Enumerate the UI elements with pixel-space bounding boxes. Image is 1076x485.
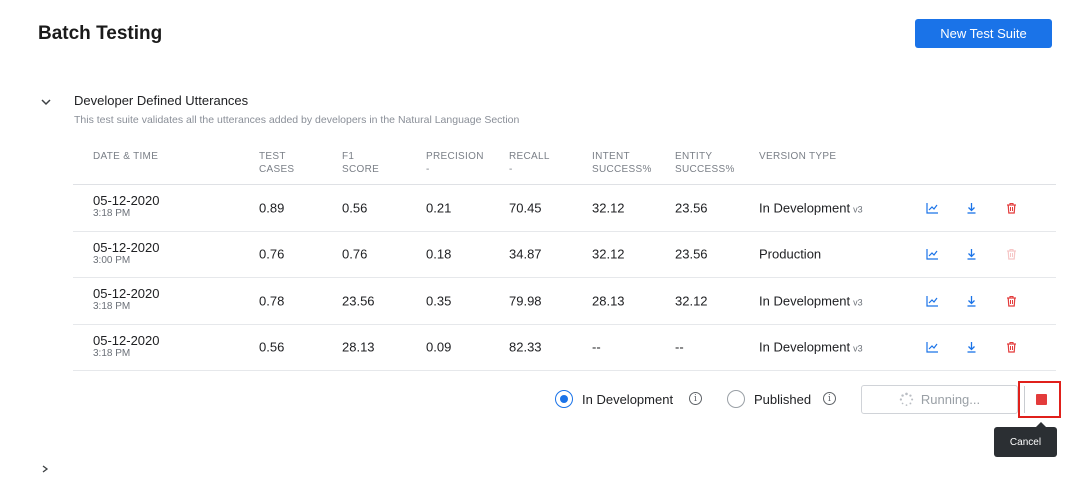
row-precision: 0.18 xyxy=(426,246,452,262)
row-recall: 79.98 xyxy=(509,293,542,309)
row-test-cases: 0.78 xyxy=(259,293,285,309)
trash-icon[interactable] xyxy=(1004,201,1018,215)
version-label: Production xyxy=(759,246,822,262)
running-label: Running... xyxy=(920,392,981,407)
row-date: 05-12-2020 xyxy=(93,332,160,348)
trash-icon[interactable] xyxy=(1004,247,1018,261)
download-icon[interactable] xyxy=(964,340,978,354)
row-entity-success: 23.56 xyxy=(675,246,708,262)
version-label: In Development xyxy=(759,200,851,216)
header-date: DATE & TIME xyxy=(93,151,159,162)
line-chart-icon[interactable] xyxy=(925,247,939,261)
row-intent-success: 32.12 xyxy=(592,246,625,262)
info-icon[interactable]: i xyxy=(689,392,702,405)
row-version-type: Production xyxy=(759,247,824,262)
header-f1-score: F1 SCORE xyxy=(342,151,380,175)
row-recall: 34.87 xyxy=(509,246,542,262)
row-test-cases: 0.56 xyxy=(259,339,285,355)
page-title: Batch Testing xyxy=(38,23,163,44)
row-date: 05-12-2020 xyxy=(93,286,160,301)
row-test-cases: 0.76 xyxy=(259,246,285,262)
published-radio[interactable] xyxy=(727,390,745,408)
row-f1-score: 23.56 xyxy=(342,293,375,309)
row-recall: 82.33 xyxy=(509,339,542,355)
stop-button[interactable] xyxy=(1018,381,1061,418)
version-sub: v3 xyxy=(853,297,863,308)
header-test-cases: TEST CASES xyxy=(259,151,295,175)
suite-description: This test suite validates all the uttera… xyxy=(74,114,520,126)
row-version-type: In Development v3 xyxy=(759,200,863,215)
running-button: Running... xyxy=(861,385,1018,414)
info-icon[interactable]: i xyxy=(823,392,836,405)
row-f1-score: 0.76 xyxy=(342,246,368,262)
row-precision: 0.21 xyxy=(426,200,452,216)
download-icon[interactable] xyxy=(964,294,978,308)
row-precision: 0.09 xyxy=(426,339,452,355)
trash-icon[interactable] xyxy=(1004,340,1018,354)
in-development-radio[interactable] xyxy=(555,390,573,408)
download-icon[interactable] xyxy=(964,201,978,215)
table-row: 05-12-2020 3:00 PM 0.76 0.76 0.18 34.87 32.12 2… xyxy=(73,232,1056,278)
new-test-suite-button[interactable]: New Test Suite xyxy=(915,19,1052,48)
row-precision: 0.35 xyxy=(426,293,452,309)
spinner-icon xyxy=(899,392,914,407)
line-chart-icon[interactable] xyxy=(925,201,939,215)
stop-icon xyxy=(1036,394,1047,405)
line-chart-icon[interactable] xyxy=(925,340,939,354)
stop-button-inner[interactable] xyxy=(1024,386,1058,413)
row-entity-success: 32.12 xyxy=(675,293,708,309)
row-recall: 70.45 xyxy=(509,200,542,216)
row-time: 3:00 PM xyxy=(93,254,131,266)
row-f1-score: 0.56 xyxy=(342,200,368,216)
row-f1-score: 28.13 xyxy=(342,339,375,355)
suite-title: Developer Defined Utterances xyxy=(74,93,249,108)
version-sub: v3 xyxy=(853,343,863,354)
row-version-type: In Development v3 xyxy=(759,340,863,355)
row-date: 05-12-2020 xyxy=(93,193,160,208)
row-version-type: In Development v3 xyxy=(759,293,863,308)
row-time: 3:18 PM xyxy=(93,347,131,359)
in-development-label: In Development xyxy=(582,392,674,407)
download-icon[interactable] xyxy=(964,247,978,261)
version-sub: v3 xyxy=(853,204,863,215)
results-table: DATE & TIME TEST CASES F1 SCORE PRECISION -… xyxy=(73,144,1056,371)
row-intent-success: 28.13 xyxy=(592,293,625,309)
header-version-type: VERSION TYPE xyxy=(759,151,837,162)
header-recall: RECALL - xyxy=(509,151,550,175)
line-chart-icon[interactable] xyxy=(925,294,939,308)
header-entity-success: ENTITY SUCCESS% xyxy=(675,151,735,175)
chevron-right-icon[interactable] xyxy=(41,460,49,473)
row-entity-success: -- xyxy=(675,339,684,355)
version-label: In Development xyxy=(759,339,851,355)
table-row: 05-12-2020 3:18 PM 0.56 28.13 0.09 82.33 -- -- I… xyxy=(73,325,1056,371)
row-date: 05-12-2020 xyxy=(93,239,160,255)
table-header: DATE & TIME TEST CASES F1 SCORE PRECISION -… xyxy=(73,144,1056,185)
cancel-tooltip: Cancel xyxy=(994,422,1057,457)
published-label: Published xyxy=(754,392,812,407)
version-label: In Development xyxy=(759,293,851,309)
table-row: 05-12-2020 3:18 PM 0.78 23.56 0.35 79.98 28.13… xyxy=(73,278,1056,325)
row-time: 3:18 PM xyxy=(93,208,131,219)
chevron-down-icon[interactable] xyxy=(40,95,52,107)
trash-icon[interactable] xyxy=(1004,294,1018,308)
row-entity-success: 23.56 xyxy=(675,200,708,216)
row-intent-success: -- xyxy=(592,339,601,355)
table-row: 05-12-2020 3:18 PM 0.89 0.56 0.21 70.45 32.12 2… xyxy=(73,185,1056,232)
row-time: 3:18 PM xyxy=(93,301,131,312)
row-intent-success: 32.12 xyxy=(592,200,625,216)
row-test-cases: 0.89 xyxy=(259,200,285,216)
header-intent-success: INTENT SUCCESS% xyxy=(592,151,652,175)
header-precision: PRECISION - xyxy=(426,151,484,175)
